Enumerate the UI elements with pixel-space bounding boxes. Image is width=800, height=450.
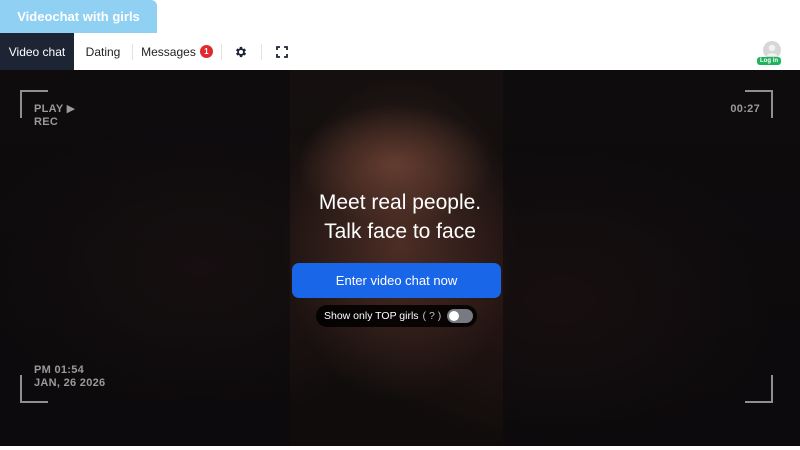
- nav-bar: Video chat Dating Messages 1 Log in: [0, 33, 800, 71]
- fullscreen-icon: [276, 45, 288, 58]
- gear-icon: [235, 46, 247, 57]
- headline-line-1: Meet real people.: [318, 191, 482, 214]
- toggle-knob: [449, 311, 459, 321]
- nav-dating[interactable]: Dating: [74, 33, 132, 70]
- help-link[interactable]: ( ? ): [423, 310, 442, 322]
- messages-count-badge: 1: [199, 45, 213, 58]
- nav-dating-label: Dating: [85, 44, 121, 59]
- hud-rec: REC: [34, 116, 59, 128]
- login-button[interactable]: Log in: [757, 40, 785, 66]
- hud-datetime: PM 01:54 JAN, 26 2026: [34, 364, 105, 390]
- tab-label: Videochat with girls: [17, 9, 140, 24]
- top-girls-toggle[interactable]: [447, 309, 473, 323]
- hud-play-rec: PLAY ▶ REC: [34, 103, 75, 129]
- tab-videochat-with-girls[interactable]: Videochat with girls: [0, 0, 157, 33]
- nav-video-chat-label: Video chat: [8, 44, 66, 59]
- nav-messages-label: Messages: [141, 44, 196, 59]
- top-girls-filter: Show only TOP girls ( ? ): [316, 305, 477, 327]
- nav-divider: [221, 44, 222, 60]
- top-girls-label: Show only TOP girls: [324, 310, 419, 322]
- fullscreen-button[interactable]: [268, 33, 296, 70]
- viewfinder-corner-bottom-right: [745, 375, 773, 403]
- headline: Meet real people. Talk face to face: [250, 188, 550, 246]
- hud-timer: 00:27: [730, 103, 760, 115]
- video-stage: PLAY ▶ REC 00:27 PM 01:54 JAN, 26 2026 M…: [0, 70, 800, 446]
- enter-video-chat-button[interactable]: Enter video chat now: [292, 263, 501, 298]
- hud-date: JAN, 26 2026: [34, 377, 106, 389]
- nav-messages[interactable]: Messages 1: [133, 33, 221, 70]
- nav-divider: [261, 44, 262, 60]
- headline-line-2: Talk face to face: [324, 220, 476, 243]
- hud-play: PLAY ▶: [34, 103, 76, 115]
- nav-video-chat[interactable]: Video chat: [0, 33, 74, 70]
- hud-time: PM 01:54: [34, 364, 85, 376]
- settings-button[interactable]: [227, 33, 255, 70]
- login-label: Log in: [757, 57, 781, 65]
